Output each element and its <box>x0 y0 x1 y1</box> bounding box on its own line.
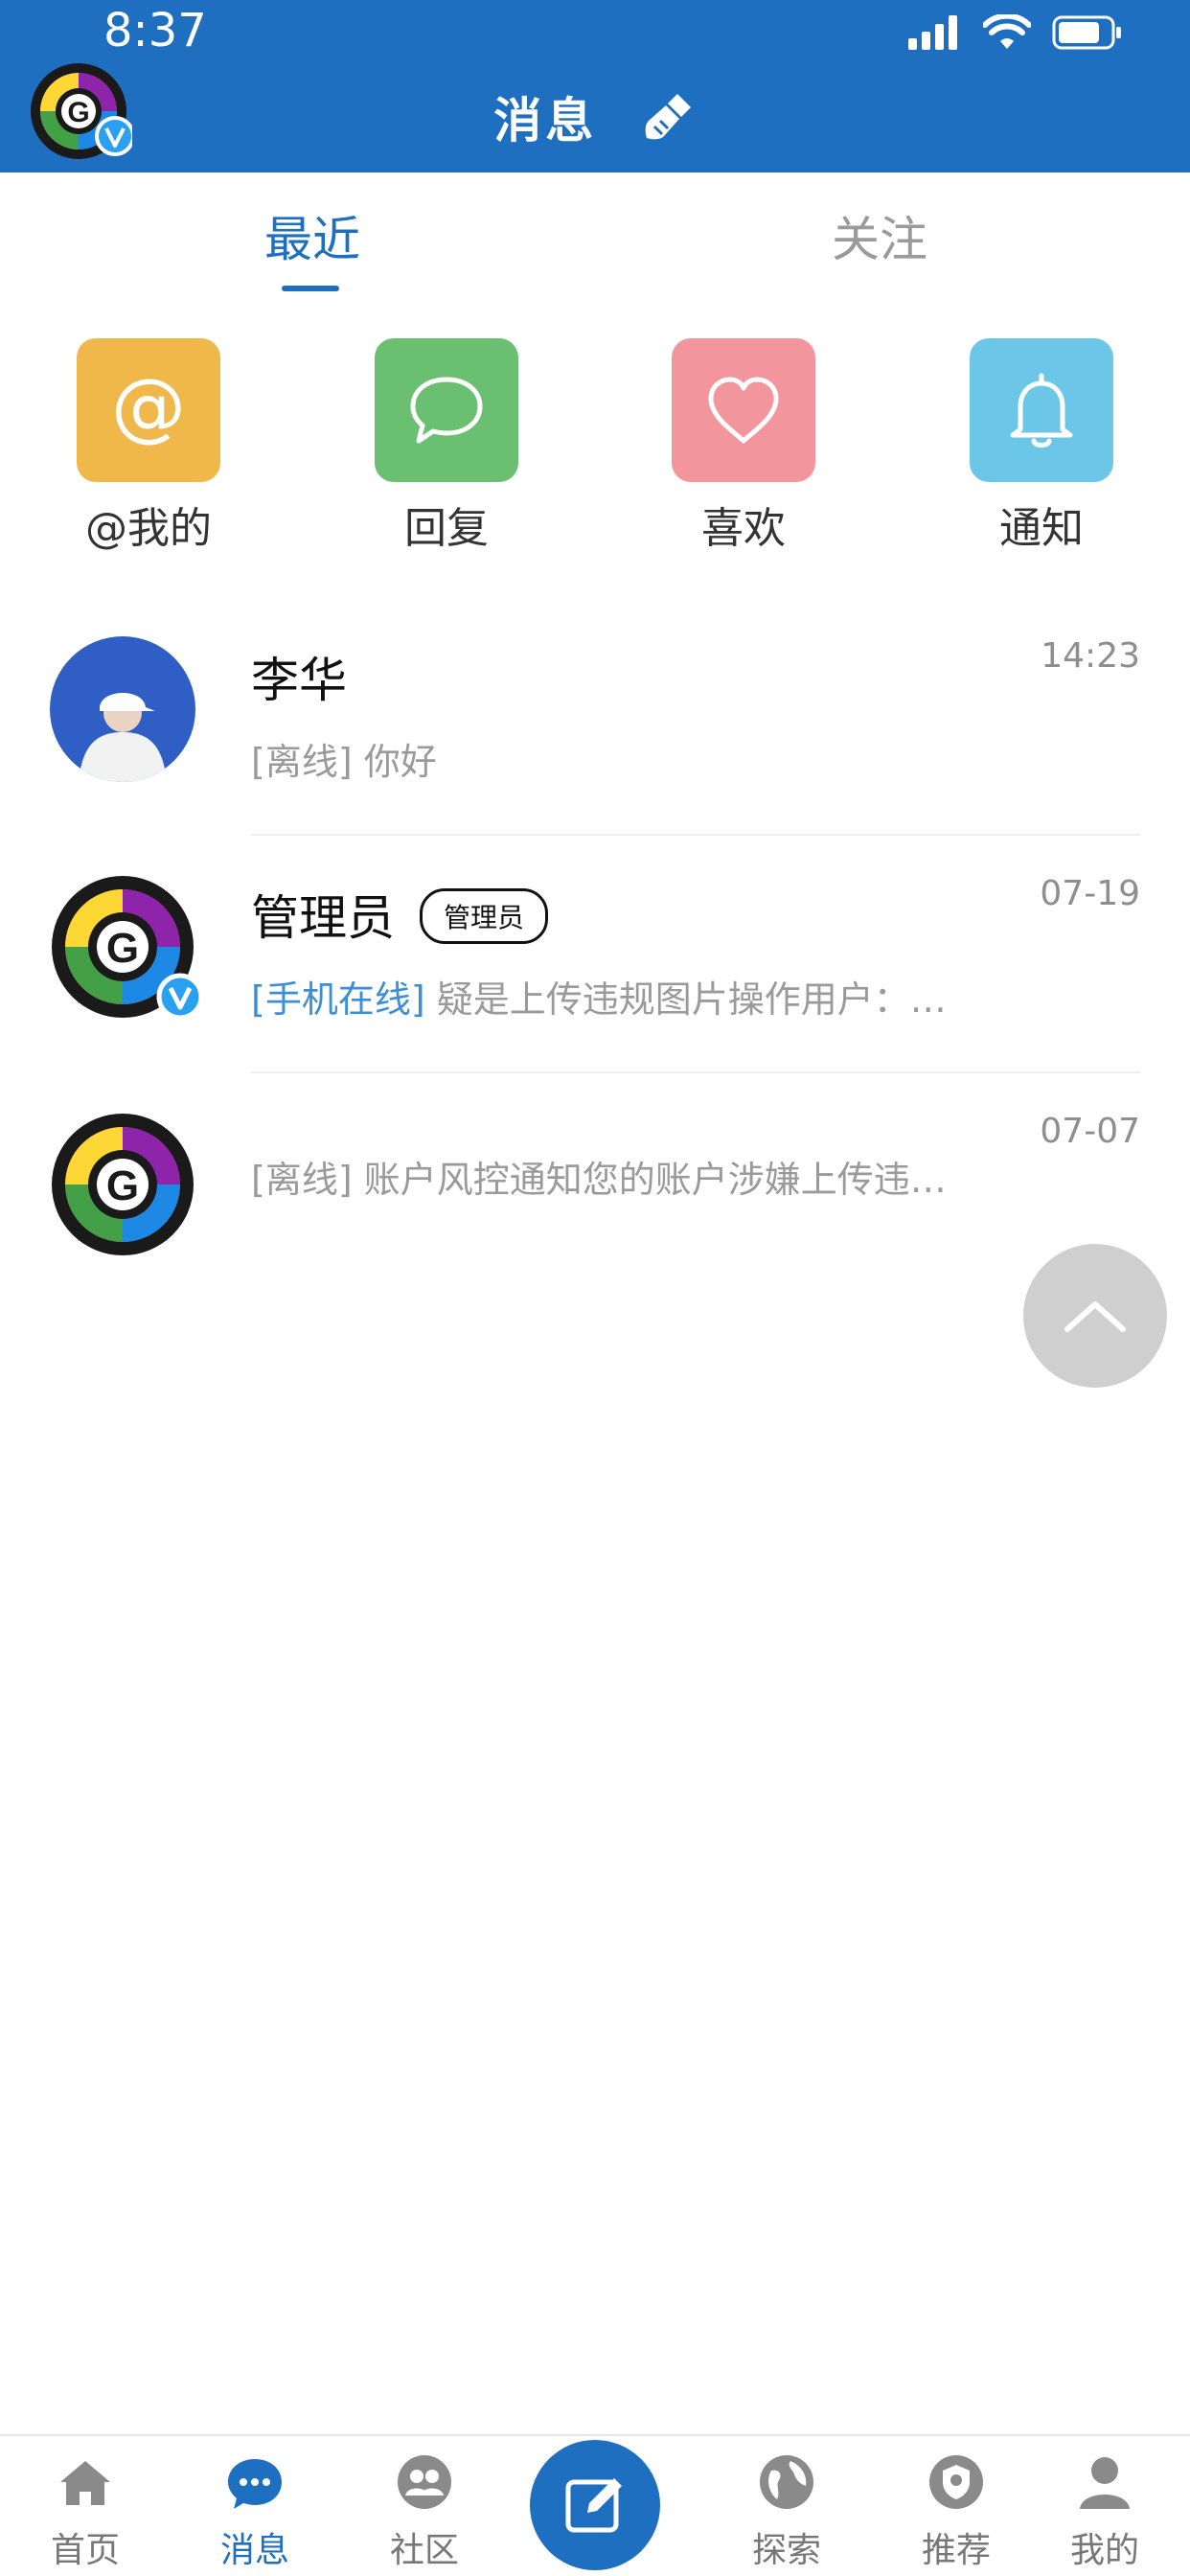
shortcut-mentions[interactable]: @ @我的 <box>53 338 244 555</box>
heart-icon <box>708 377 779 444</box>
home-icon <box>60 2461 110 2505</box>
svg-text:G: G <box>106 925 139 972</box>
at-icon: @ <box>111 367 186 450</box>
shortcut-label: 回复 <box>404 504 489 553</box>
contact-name: 李华 <box>251 653 347 708</box>
globe-icon <box>760 2455 813 2509</box>
logo-avatar-icon: G <box>52 1114 194 1255</box>
message-preview: [手机在线] 疑是上传违规图片操作用户：人... <box>251 970 979 1023</box>
preview-text: 疑是上传违规图片操作用户：人... <box>436 978 979 1021</box>
chat-bubble-icon <box>410 377 483 444</box>
community-icon <box>398 2455 451 2509</box>
user-icon <box>1080 2457 1130 2509</box>
shield-icon <box>929 2455 983 2509</box>
shortcut-notifications[interactable]: 通知 <box>946 338 1137 555</box>
shortcut-replies[interactable]: 回复 <box>351 338 542 555</box>
signal-icon <box>908 15 957 50</box>
likes-tile[interactable] <box>672 338 815 482</box>
mentions-tile[interactable]: @ <box>77 338 220 482</box>
presence-status: [手机在线] <box>251 978 425 1021</box>
message-time: 07-07 <box>1040 1112 1140 1151</box>
bell-icon <box>1010 373 1073 448</box>
nav-explore[interactable]: 探索 <box>720 2453 854 2572</box>
status-icons <box>908 13 1123 52</box>
clear-broom-icon[interactable] <box>639 88 697 146</box>
nav-label: 社区 <box>389 2531 459 2570</box>
nav-label: 首页 <box>50 2531 120 2570</box>
chevron-up-icon <box>1064 1301 1126 1332</box>
shortcut-label: 通知 <box>999 504 1084 553</box>
preview-text: 账户风控通知您的账户涉嫌上传违规... <box>363 1159 979 1201</box>
preview-text: 你好 <box>363 741 437 783</box>
page-title-text: 消息 <box>493 93 598 149</box>
message-preview: [离线] 你好 <box>251 732 979 785</box>
shortcut-likes[interactable]: 喜欢 <box>648 338 839 555</box>
tab-recent[interactable]: 最近 <box>264 201 360 270</box>
tab-active-indicator <box>282 286 339 291</box>
status-time: 8:37 <box>103 4 207 58</box>
nav-messages[interactable]: 消息 <box>188 2453 322 2572</box>
tab-bar: 最近 关注 <box>0 172 1190 297</box>
svg-text:G: G <box>106 1162 139 1209</box>
presence-status: [离线] <box>251 1159 353 1201</box>
nav-label: 推荐 <box>921 2531 991 2570</box>
message-time: 14:23 <box>1041 636 1140 676</box>
message-preview: [离线] 账户风控通知您的账户涉嫌上传违规... <box>251 1150 979 1203</box>
page-title: 消息 <box>0 82 1190 151</box>
admin-badge: 管理员 <box>420 887 549 944</box>
compose-button[interactable] <box>530 2440 660 2570</box>
svg-text:@: @ <box>111 367 186 450</box>
avatar[interactable]: G <box>50 874 204 1021</box>
replies-tile[interactable] <box>375 338 518 482</box>
scroll-to-top-button[interactable] <box>1023 1244 1167 1388</box>
notifications-tile[interactable] <box>970 338 1113 482</box>
avatar[interactable]: G <box>50 1112 195 1257</box>
compose-icon <box>565 2478 622 2533</box>
user-photo-avatar <box>50 636 195 782</box>
presence-status: [离线] <box>251 741 353 783</box>
conversation-item[interactable]: G 07-07 [离线] 账户风控通知您的账户涉嫌上传违规... <box>0 1073 1190 1311</box>
header-bar: 8:37 G 消息 <box>0 0 1190 172</box>
shortcut-label: @我的 <box>85 504 212 553</box>
nav-label: 探索 <box>751 2531 821 2570</box>
nav-label: 消息 <box>219 2531 289 2570</box>
contact-name: 管理员 管理员 <box>251 880 549 950</box>
avatar[interactable] <box>50 636 195 782</box>
conversation-item[interactable]: 李华 14:23 [离线] 你好 <box>0 598 1190 836</box>
contact-name-text: 管理员 <box>251 890 395 946</box>
nav-recommend[interactable]: 推荐 <box>889 2453 1023 2572</box>
wifi-icon <box>983 14 1031 49</box>
logo-avatar-icon: G <box>52 876 204 1021</box>
conversation-item[interactable]: G 管理员 管理员 07-19 [手机在线] 疑是上传违规图片操作用户：人... <box>0 836 1190 1073</box>
nav-community[interactable]: 社区 <box>357 2453 492 2572</box>
shortcut-label: 喜欢 <box>701 504 786 553</box>
tab-follow[interactable]: 关注 <box>832 201 927 270</box>
nav-home[interactable]: 首页 <box>18 2453 152 2572</box>
message-icon <box>228 2459 282 2509</box>
nav-me[interactable]: 我的 <box>1038 2453 1172 2572</box>
nav-label: 我的 <box>1069 2531 1139 2570</box>
battery-icon <box>1052 15 1121 50</box>
message-time: 07-19 <box>1040 874 1140 913</box>
